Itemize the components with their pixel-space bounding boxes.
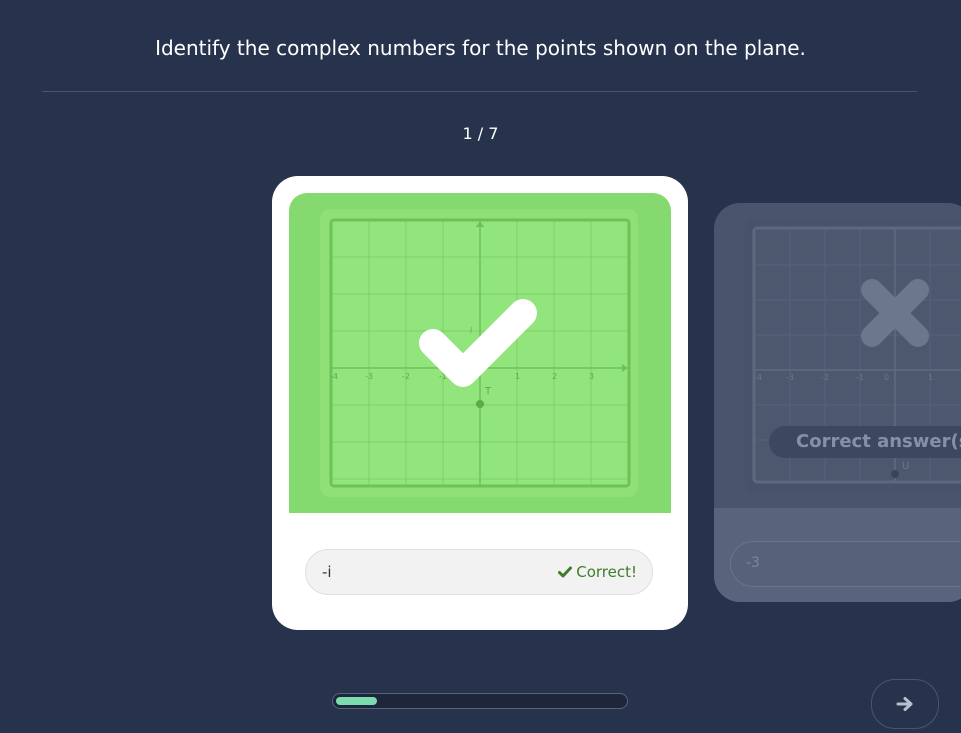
check-icon xyxy=(558,566,573,578)
progress-bar xyxy=(332,693,628,709)
x-tick-label: -2 xyxy=(402,372,410,381)
x-tick-label: 3 xyxy=(589,372,594,381)
next-x-tick-label: 0 xyxy=(884,373,889,382)
current-answer-card: -4 -3 -2 -1 1 2 3 i T -i Correct! xyxy=(272,176,688,630)
correct-status: Correct! xyxy=(558,563,637,581)
next-x-tick-label: -3 xyxy=(786,373,794,382)
next-button[interactable] xyxy=(871,679,939,729)
progress-bar-fill xyxy=(336,697,377,705)
next-point-label: U xyxy=(902,461,909,472)
next-complex-plane-graph: -4 -3 -2 -1 0 1 U xyxy=(745,219,961,493)
point-label: T xyxy=(484,386,492,397)
complex-plane-image: -4 -3 -2 -1 1 2 3 i T xyxy=(289,193,671,513)
x-tick-label: 2 xyxy=(552,372,557,381)
plotted-point xyxy=(476,400,484,408)
question-text: Identify the complex numbers for the poi… xyxy=(155,36,806,60)
x-tick-label: -3 xyxy=(365,372,373,381)
next-x-tick-label: -4 xyxy=(754,373,762,382)
x-tick-label: 1 xyxy=(515,372,520,381)
next-x-tick-label: 1 xyxy=(928,373,933,382)
next-answer-value: -3 xyxy=(746,555,760,571)
correct-status-label: Correct! xyxy=(576,563,637,581)
correct-answer-banner: Correct answer(s) xyxy=(769,426,961,458)
answer-field: -i Correct! xyxy=(305,549,653,595)
divider xyxy=(42,91,917,92)
x-tick-label: -4 xyxy=(330,372,338,381)
next-answer-field: -3 xyxy=(730,541,961,587)
arrow-right-icon xyxy=(896,697,913,711)
next-x-tick-label: -2 xyxy=(821,373,829,382)
complex-plane-graph: -4 -3 -2 -1 1 2 3 i T xyxy=(320,209,638,497)
answer-value: -i xyxy=(322,563,332,581)
next-x-tick-label: -1 xyxy=(856,373,864,382)
next-plotted-point xyxy=(891,470,899,478)
question-counter: 1 / 7 xyxy=(462,124,499,143)
next-answer-card[interactable]: -4 -3 -2 -1 0 1 U Correct answer(s) -3 xyxy=(714,203,961,602)
